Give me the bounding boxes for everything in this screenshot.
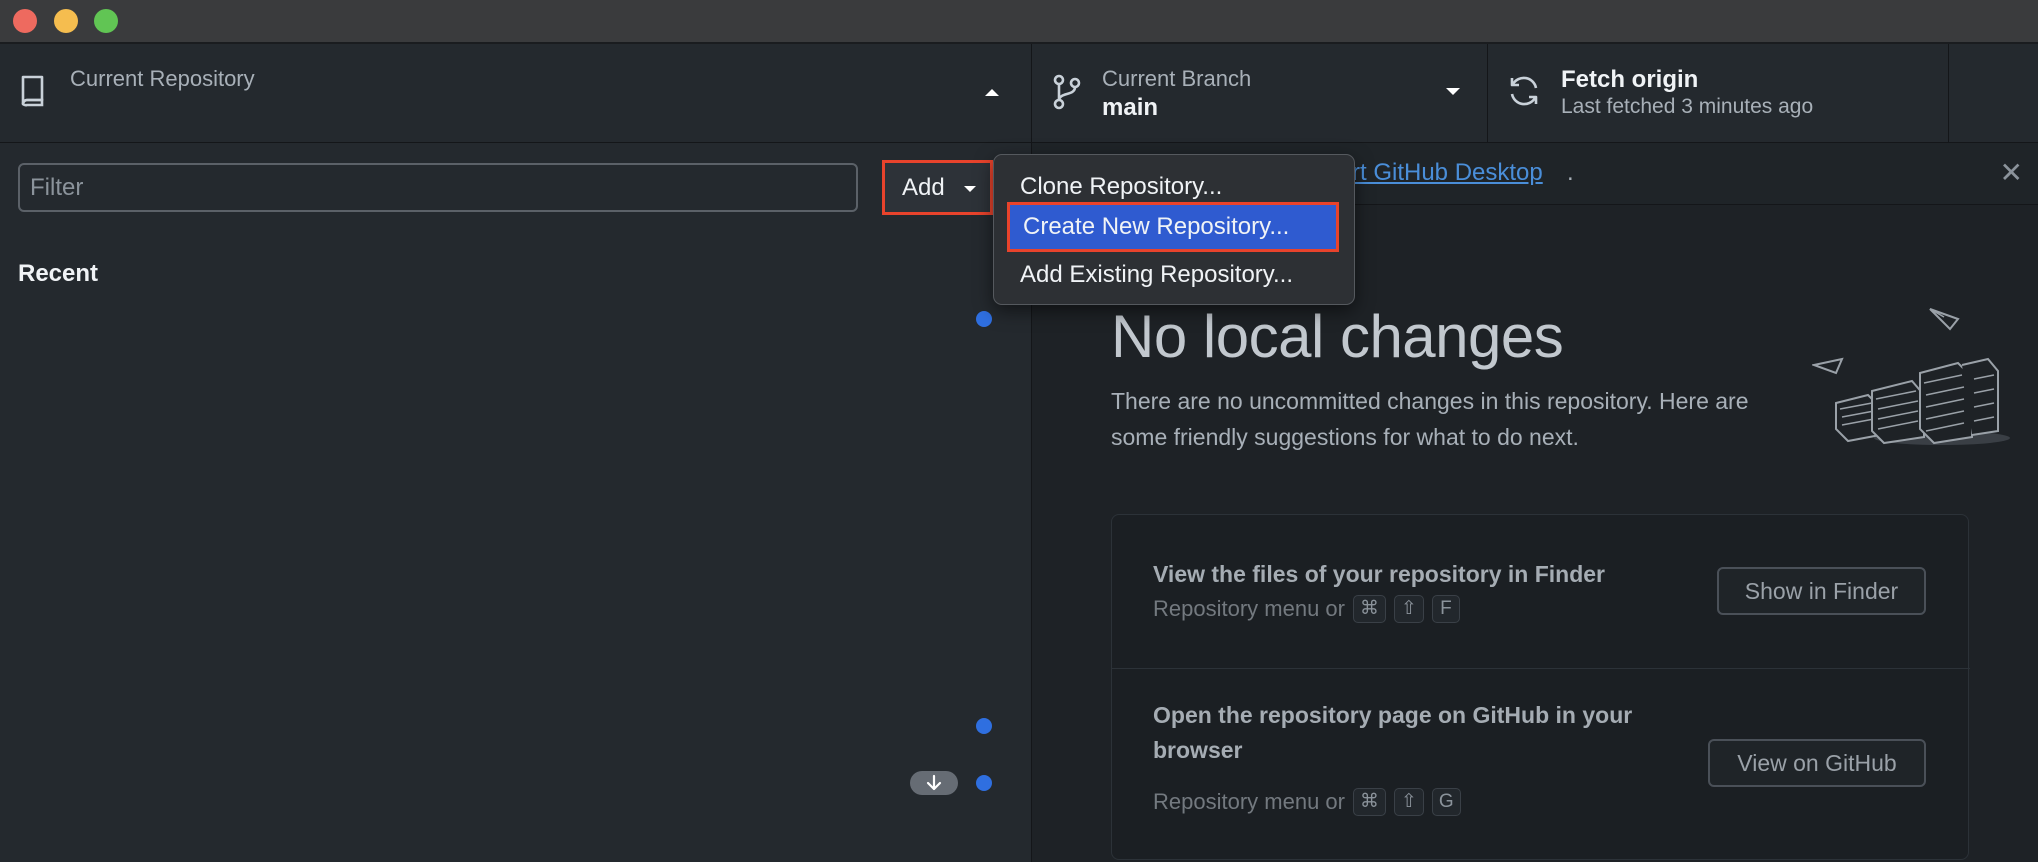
caret-down-icon bbox=[963, 186, 976, 192]
suggestion-title: View the files of your repository in Fin… bbox=[1153, 561, 1605, 587]
suggestion-show-in-finder: View the files of your repository in Fin… bbox=[1112, 515, 1970, 669]
repo-indicator-dot bbox=[976, 311, 992, 327]
branch-label: Current Branch bbox=[1102, 66, 1252, 91]
shift-key-icon: ⇧ bbox=[1393, 595, 1424, 623]
fetch-title: Fetch origin bbox=[1561, 66, 1699, 93]
close-icon[interactable]: ✕ bbox=[2000, 156, 2023, 189]
close-window-button[interactable] bbox=[13, 9, 37, 33]
add-button[interactable]: Add bbox=[882, 160, 993, 215]
current-repository-button[interactable]: Current Repository bbox=[0, 44, 1030, 142]
no-local-changes-title: No local changes bbox=[1111, 303, 1564, 370]
behind-count-badge bbox=[910, 771, 958, 795]
menu-item-clone-repository[interactable]: Clone Repository... bbox=[994, 167, 1356, 207]
shortcut-prefix: Repository menu or bbox=[1153, 596, 1345, 621]
no-local-changes-description: There are no uncommitted changes in this… bbox=[1111, 388, 1749, 450]
zoom-window-button[interactable] bbox=[94, 9, 118, 33]
repo-icon bbox=[21, 75, 44, 107]
add-dropdown-menu: Clone Repository... Create New Repositor… bbox=[993, 154, 1355, 305]
toolbar: Current Repository Current Branch main F… bbox=[0, 44, 2038, 143]
current-branch-button[interactable]: Current Branch main bbox=[1031, 44, 1488, 142]
command-key-icon: ⌘ bbox=[1352, 595, 1386, 623]
letter-key: G bbox=[1431, 788, 1461, 816]
fetch-origin-button[interactable]: Fetch origin Last fetched 3 minutes ago bbox=[1489, 44, 1949, 142]
branch-icon bbox=[1053, 74, 1081, 110]
branch-name: main bbox=[1102, 94, 1159, 121]
command-key-icon: ⌘ bbox=[1352, 788, 1386, 816]
notice-trailing: . bbox=[1567, 159, 1574, 186]
menu-item-create-new-repository[interactable]: Create New Repository... bbox=[1007, 202, 1339, 252]
repository-label: Current Repository bbox=[70, 66, 255, 91]
chevron-down-icon bbox=[1446, 88, 1460, 95]
repo-indicator-dot bbox=[976, 775, 992, 791]
recent-heading: Recent bbox=[18, 260, 99, 287]
letter-key: F bbox=[1431, 595, 1460, 623]
add-button-label: Add bbox=[902, 173, 945, 201]
suggestion-shortcut: Repository menu or ⌘ ⇧ G bbox=[1153, 788, 1461, 816]
title-bar bbox=[0, 0, 2038, 44]
shortcut-prefix: Repository menu or bbox=[1153, 789, 1345, 814]
show-in-finder-button[interactable]: Show in Finder bbox=[1717, 567, 1926, 615]
empty-state-illustration bbox=[1812, 308, 2010, 445]
shift-key-icon: ⇧ bbox=[1393, 788, 1424, 816]
last-fetched-text: Last fetched 3 minutes ago bbox=[1561, 95, 1814, 118]
minimize-window-button[interactable] bbox=[54, 9, 78, 33]
filter-input[interactable] bbox=[18, 163, 858, 212]
menu-item-add-existing-repository[interactable]: Add Existing Repository... bbox=[994, 255, 1356, 295]
suggestion-shortcut: Repository menu or ⌘ ⇧ F bbox=[1153, 595, 1460, 623]
view-on-github-button[interactable]: View on GitHub bbox=[1708, 739, 1926, 787]
suggestion-view-on-github: Open the repository page on GitHub in yo… bbox=[1112, 670, 1970, 860]
repo-indicator-dot bbox=[976, 718, 992, 734]
arrow-down-icon bbox=[926, 774, 942, 791]
chevron-up-icon bbox=[985, 89, 999, 96]
suggestion-title: Open the repository page on GitHub in yo… bbox=[1153, 702, 1633, 763]
suggestions-box: View the files of your repository in Fin… bbox=[1111, 514, 1970, 860]
sync-icon bbox=[1510, 76, 1538, 106]
notice-link[interactable]: rt GitHub Desktop bbox=[1352, 159, 1543, 187]
repository-list-panel: Add Recent bbox=[0, 143, 1031, 862]
